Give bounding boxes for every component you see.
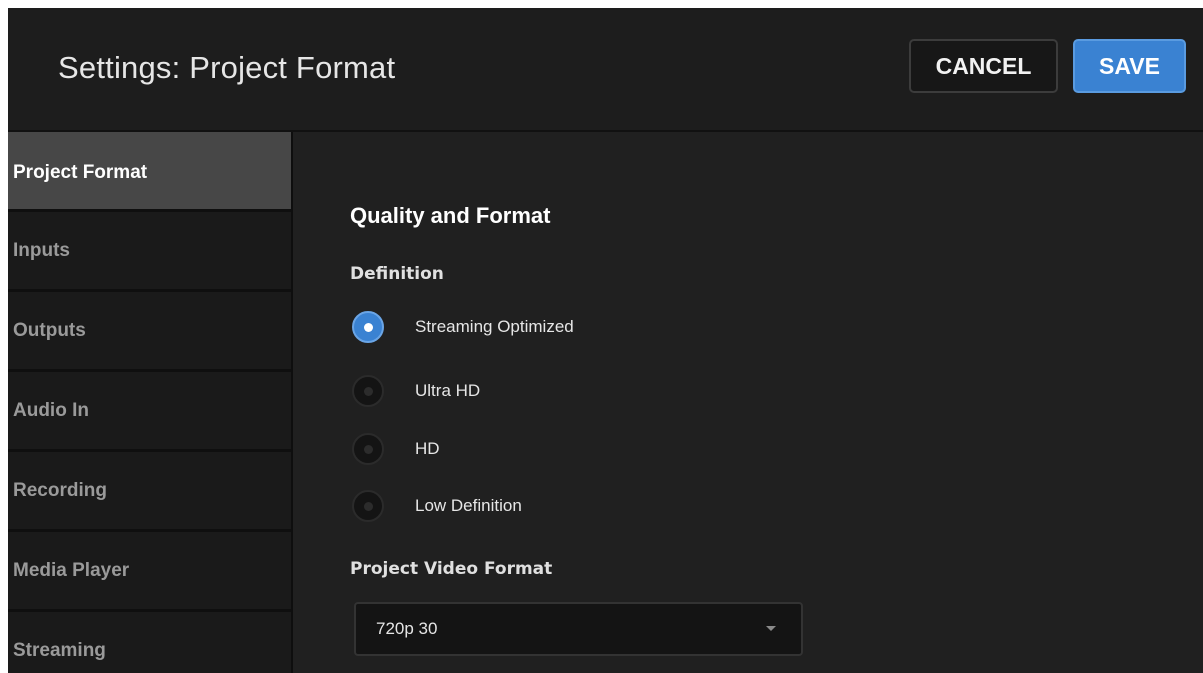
radio-option-label: HD: [415, 439, 440, 458]
radio-button-icon[interactable]: [352, 433, 384, 465]
cancel-button[interactable]: CANCEL: [909, 39, 1058, 93]
radio-option-label: Streaming Optimized: [415, 317, 574, 336]
radio-option-label: Low Definition: [415, 496, 522, 515]
radio-button-icon[interactable]: [352, 375, 384, 407]
radio-button-icon[interactable]: [352, 311, 384, 343]
header-bar: Settings: Project Format CANCEL SAVE: [8, 8, 1203, 132]
settings-sidebar: Project Format Inputs Outputs Audio In R…: [8, 132, 293, 673]
radio-option-ultra-hd[interactable]: Ultra HD: [352, 374, 480, 408]
sidebar-item-streaming[interactable]: Streaming: [8, 612, 291, 673]
sidebar-item-media-player[interactable]: Media Player: [8, 532, 291, 612]
radio-option-streaming-optimized[interactable]: Streaming Optimized: [352, 310, 574, 344]
sidebar-item-outputs[interactable]: Outputs: [8, 292, 291, 372]
sidebar-item-inputs[interactable]: Inputs: [8, 212, 291, 292]
page-title: Settings: Project Format: [58, 50, 396, 85]
video-format-label: Project Video Format: [350, 559, 553, 579]
radio-option-low-definition[interactable]: Low Definition: [352, 489, 522, 523]
sidebar-item-recording[interactable]: Recording: [8, 452, 291, 532]
save-button[interactable]: SAVE: [1073, 39, 1186, 93]
video-format-select[interactable]: 720p 30: [354, 602, 803, 656]
settings-window: Settings: Project Format CANCEL SAVE Pro…: [8, 8, 1203, 673]
definition-label: Definition: [350, 264, 444, 284]
settings-content: Quality and Format Definition Streaming …: [293, 132, 1203, 673]
sidebar-item-project-format[interactable]: Project Format: [8, 132, 291, 212]
section-title: Quality and Format: [350, 203, 551, 228]
sidebar-item-audio-in[interactable]: Audio In: [8, 372, 291, 452]
chevron-down-icon: [766, 626, 776, 631]
radio-option-label: Ultra HD: [415, 381, 481, 400]
radio-option-hd[interactable]: HD: [352, 432, 440, 466]
radio-button-icon[interactable]: [352, 490, 384, 522]
video-format-value: 720p 30: [376, 619, 438, 638]
